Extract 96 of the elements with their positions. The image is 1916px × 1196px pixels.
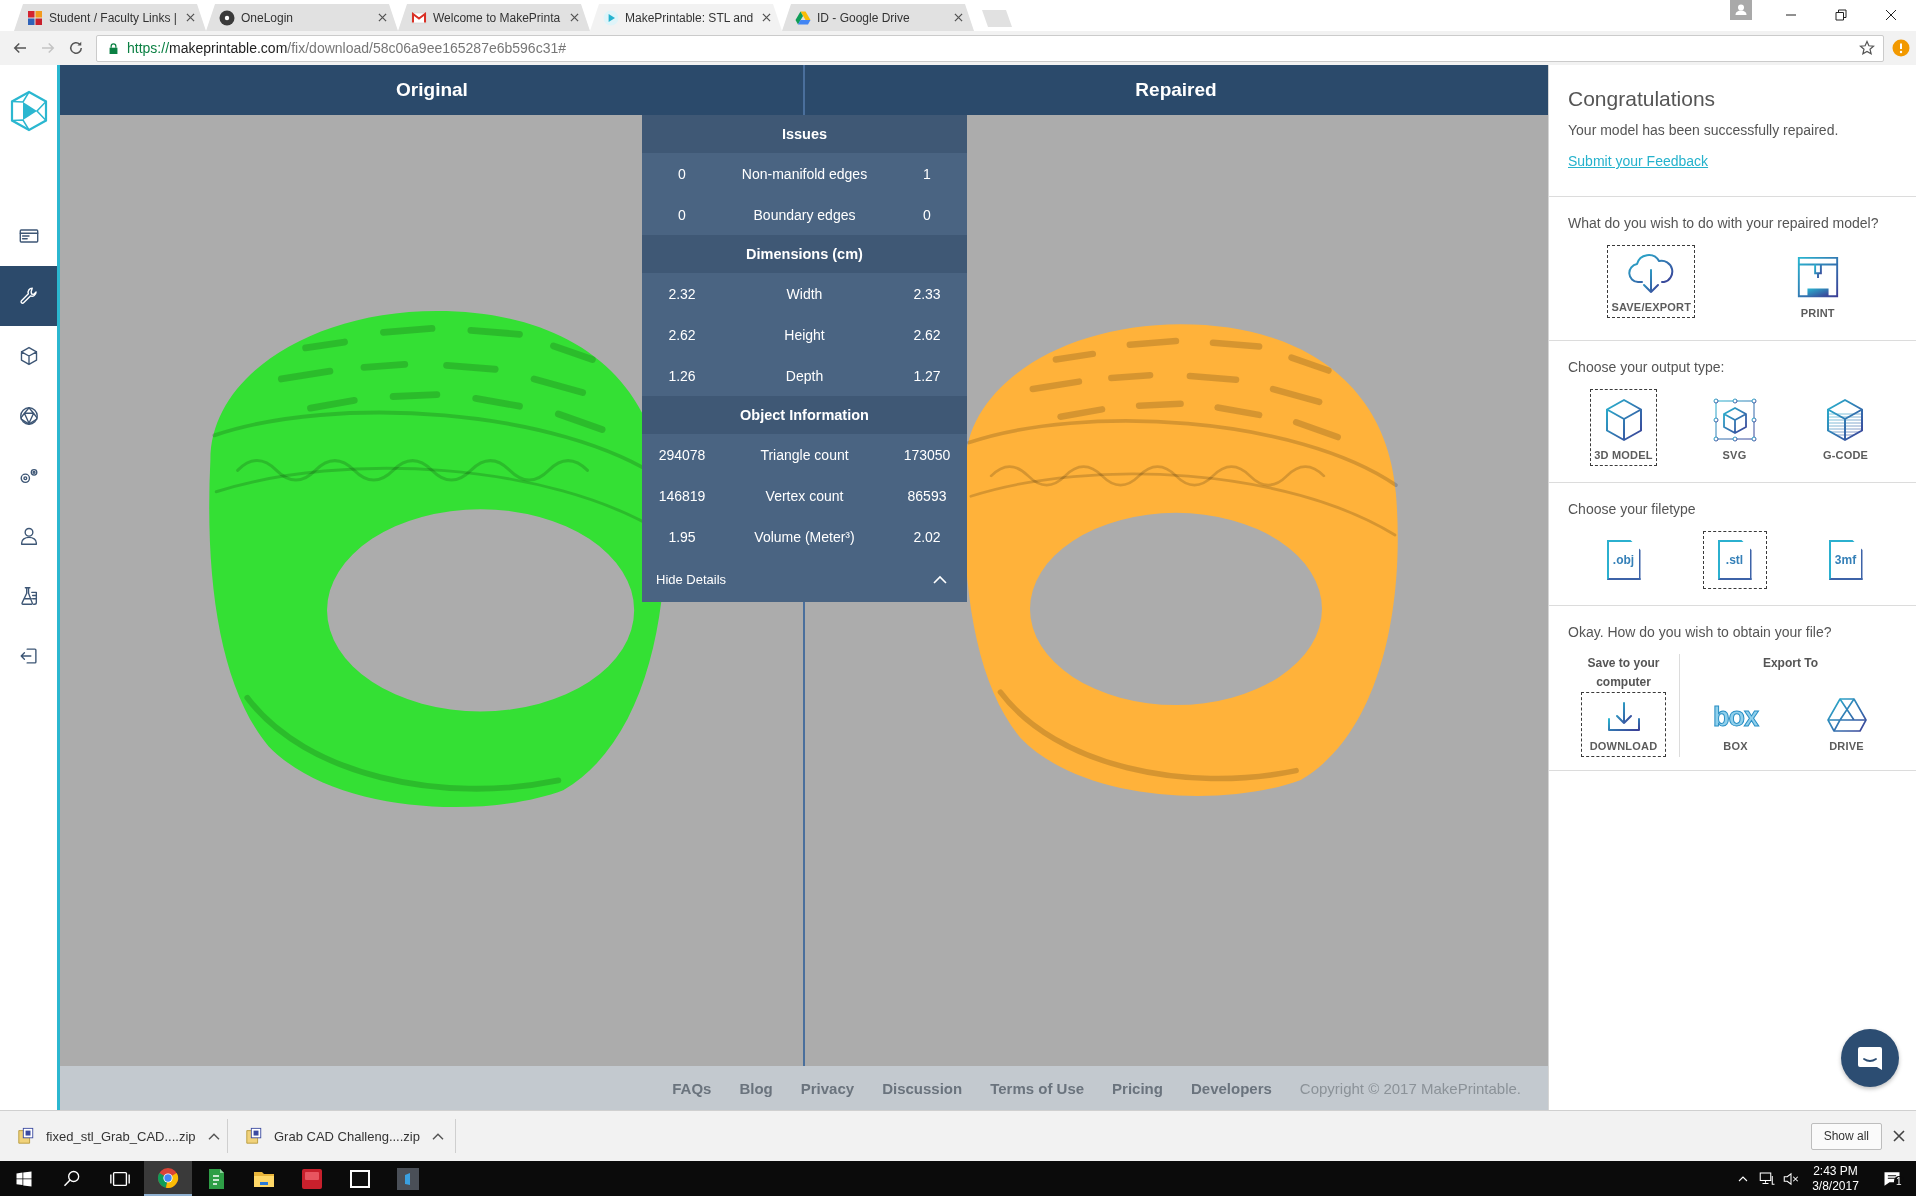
group-heading: Save to your computer (1586, 655, 1661, 691)
network-icon[interactable] (1758, 1169, 1776, 1188)
filetype-option[interactable]: .stl (1702, 531, 1767, 589)
triangle-logo-icon (1826, 697, 1867, 733)
cube-icon (1603, 398, 1644, 442)
wrench-icon (17, 285, 40, 307)
bookmark-star-icon[interactable] (1859, 40, 1875, 56)
action-option[interactable]: PRINT (1790, 245, 1845, 324)
export-option[interactable]: box BOX (1709, 692, 1762, 757)
tile-icon (300, 1166, 324, 1191)
section-heading: Dimensions (cm) (746, 246, 863, 262)
browser-tab[interactable]: ID - Google Drive (782, 4, 974, 31)
download-option[interactable]: DOWNLOAD (1580, 692, 1667, 757)
original-value: 1.26 (668, 367, 696, 384)
restore-icon[interactable] (1835, 9, 1847, 21)
chat-icon (1856, 1044, 1884, 1072)
cloud-download-icon (1627, 254, 1676, 294)
original-value: 146819 (658, 487, 706, 504)
zip-file-icon (245, 1127, 263, 1145)
app-tile-icon (396, 1166, 420, 1191)
repaired-value: 2.62 (913, 326, 941, 343)
export-option[interactable]: DRIVE (1822, 688, 1871, 757)
triangle-icon (795, 9, 811, 26)
layered-cube-icon (1825, 398, 1866, 442)
logo-wordmark: box (1713, 701, 1758, 733)
step-question: Choose your filetype (1568, 500, 1697, 518)
repaired-value: 1.27 (913, 367, 941, 384)
metric-label: Volume (Meter³) (754, 528, 855, 545)
repaired-value: 1 (923, 165, 931, 182)
original-value: 2.32 (668, 285, 696, 302)
metric-label: Width (786, 285, 823, 302)
filetype-option[interactable]: 3mf (1813, 531, 1878, 589)
output-type-option[interactable]: SVG (1708, 389, 1761, 466)
repaired-value: 2.33 (913, 285, 941, 302)
metric-label: Vertex count (765, 487, 844, 504)
output-type-option[interactable]: G-CODE (1818, 389, 1873, 466)
caret-up-icon[interactable] (430, 1131, 445, 1141)
pane-title: Repaired (1135, 79, 1217, 101)
filetype-option[interactable]: .obj (1591, 531, 1656, 589)
pane-title: Original (396, 79, 468, 101)
success-message: Your model has been successfully repaired. (1568, 121, 1840, 139)
circle-icon (219, 9, 235, 26)
original-value: 0 (678, 206, 686, 223)
lock-icon (108, 41, 119, 55)
browser-tab[interactable]: Welcome to MakePrinta (398, 4, 590, 31)
original-value: 294078 (658, 446, 706, 463)
metric-label: Non-manifold edges (741, 165, 868, 182)
step-question: Okay. How do you wish to obtain your file? (1568, 623, 1833, 641)
browser-tab[interactable]: MakePrintable: STL and (590, 4, 782, 31)
close-icon[interactable] (762, 13, 771, 22)
repaired-value: 86593 (907, 487, 947, 504)
metric-label: Height (784, 326, 825, 343)
download-icon (1605, 701, 1642, 733)
clock-date: 3/8/2017 (1812, 1178, 1859, 1194)
repaired-value: 0 (923, 206, 931, 223)
panel-title: Congratulations (1568, 87, 1717, 111)
tiles-icon (27, 9, 43, 26)
output-type-option[interactable]: 3D MODEL (1590, 389, 1657, 466)
group-heading: Export To (1762, 655, 1819, 672)
caret-up-icon[interactable] (206, 1131, 221, 1141)
download-file-name[interactable]: fixed_stl_Grab_CAD....zip (46, 1128, 196, 1144)
polyhedron-icon (17, 405, 40, 427)
start-icon[interactable] (15, 1169, 33, 1188)
repaired-value: 2.02 (913, 528, 941, 545)
step-question: Choose your output type: (1568, 358, 1726, 376)
browser-tab[interactable]: OneLogin (206, 4, 398, 31)
round-logo-icon (156, 1165, 180, 1190)
zip-file-icon (17, 1127, 35, 1145)
show-all-button[interactable]: Show all (1810, 1122, 1882, 1150)
close-icon[interactable] (1893, 1130, 1905, 1142)
envelope-icon (411, 9, 427, 26)
original-value: 0 (678, 165, 686, 182)
reload-icon[interactable] (67, 39, 85, 57)
address-field[interactable]: https://makeprintable.com/fix/download/58c06a9ee165287e6b596c31# (96, 34, 1884, 62)
original-value: 1.95 (668, 528, 696, 545)
chevron-up-icon (933, 575, 947, 584)
metric-label: Triangle count (760, 446, 849, 463)
section-heading: Issues (781, 126, 828, 142)
metric-label: Boundary edges (753, 206, 856, 223)
metric-label: Depth (785, 367, 824, 384)
step-question: What do you wish to do with your repaired model? (1568, 214, 1880, 232)
repaired-value: 173050 (903, 446, 951, 463)
browser-tab[interactable]: Student / Faculty Links | (14, 4, 206, 31)
taskbar-button[interactable] (144, 1161, 192, 1196)
search-icon[interactable] (62, 1168, 82, 1189)
section-heading: Object Information (740, 407, 869, 423)
original-value: 2.62 (668, 326, 696, 343)
notification-count: 1 (1894, 1175, 1904, 1187)
close-icon[interactable] (1885, 9, 1897, 21)
selected-cube-icon (1712, 398, 1757, 442)
download-file-name[interactable]: Grab CAD Challeng....zip (274, 1128, 420, 1144)
sidebar-item[interactable] (0, 266, 57, 326)
play-icon (603, 9, 619, 26)
action-option[interactable]: SAVE/EXPORT (1607, 245, 1696, 318)
clock-time: 2:43 PM (1813, 1163, 1858, 1179)
copyright-text: Copyright © 2017 MakePrintable. (1299, 1079, 1521, 1097)
